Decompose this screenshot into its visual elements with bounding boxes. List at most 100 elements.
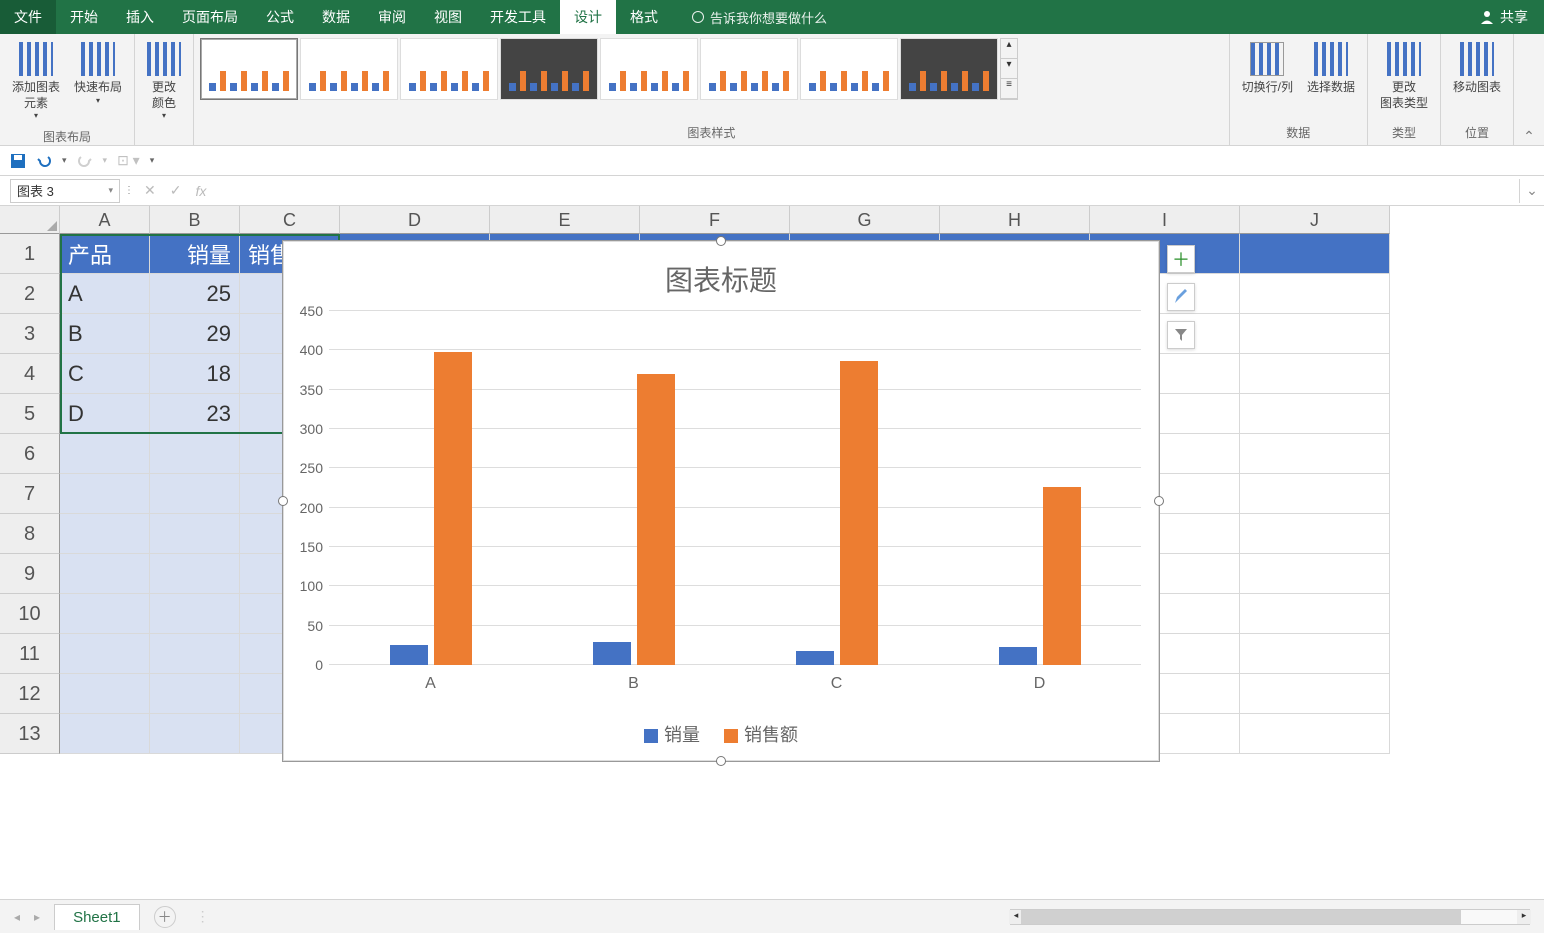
row-header[interactable]: 12: [0, 674, 60, 714]
bar[interactable]: [637, 374, 675, 665]
change-chart-type-button[interactable]: 更改 图表类型: [1374, 38, 1434, 115]
chart-style-thumb[interactable]: [700, 38, 798, 100]
menu-tab-审阅[interactable]: 审阅: [364, 0, 420, 34]
chart-legend[interactable]: 销量销售额: [283, 721, 1159, 747]
row-header[interactable]: 5: [0, 394, 60, 434]
chart-title[interactable]: 图表标题: [283, 241, 1159, 305]
cell[interactable]: [60, 634, 150, 674]
chart-style-thumb[interactable]: [200, 38, 298, 100]
column-header[interactable]: D: [340, 206, 490, 234]
chart-style-thumb[interactable]: [600, 38, 698, 100]
cell[interactable]: [1240, 554, 1390, 594]
menu-tab-格式[interactable]: 格式: [616, 0, 672, 34]
row-header[interactable]: 8: [0, 514, 60, 554]
cell[interactable]: [150, 634, 240, 674]
column-header[interactable]: J: [1240, 206, 1390, 234]
cell[interactable]: [150, 514, 240, 554]
cell[interactable]: A: [60, 274, 150, 314]
menu-tab-开始[interactable]: 开始: [56, 0, 112, 34]
horizontal-scrollbar[interactable]: ◂▸: [1010, 909, 1530, 925]
cell[interactable]: [60, 594, 150, 634]
row-header[interactable]: 4: [0, 354, 60, 394]
undo-dropdown[interactable]: ▾: [62, 155, 67, 166]
cell[interactable]: [150, 554, 240, 594]
bar[interactable]: [840, 361, 878, 665]
name-box[interactable]: 图表 3▾: [10, 179, 120, 203]
cell[interactable]: [60, 514, 150, 554]
chart-style-thumb[interactable]: [300, 38, 398, 100]
row-header[interactable]: 2: [0, 274, 60, 314]
add-chart-element-button[interactable]: 添加图表 元素▾: [6, 38, 66, 126]
bar[interactable]: [390, 645, 428, 665]
cell[interactable]: 23: [150, 394, 240, 434]
cell[interactable]: C: [60, 354, 150, 394]
menu-tab-页面布局[interactable]: 页面布局: [168, 0, 252, 34]
select-all-corner[interactable]: [0, 206, 60, 234]
quick-layout-button[interactable]: 快速布局▾: [68, 38, 128, 126]
menu-tab-视图[interactable]: 视图: [420, 0, 476, 34]
cell[interactable]: [1240, 514, 1390, 554]
add-sheet-button[interactable]: ＋: [154, 906, 176, 928]
legend-item[interactable]: 销量: [644, 721, 700, 747]
bar[interactable]: [796, 651, 834, 665]
bar[interactable]: [593, 642, 631, 665]
row-header[interactable]: 11: [0, 634, 60, 674]
formula-input[interactable]: [224, 179, 1520, 203]
styles-scroll[interactable]: ▴▾≡: [1000, 38, 1018, 100]
cell[interactable]: [60, 554, 150, 594]
chart-style-thumb[interactable]: [500, 38, 598, 100]
menu-tab-设计[interactable]: 设计: [560, 0, 616, 34]
undo-icon[interactable]: [36, 153, 52, 169]
save-icon[interactable]: [10, 153, 26, 169]
column-header[interactable]: F: [640, 206, 790, 234]
cell[interactable]: [1240, 474, 1390, 514]
cell[interactable]: [60, 674, 150, 714]
menu-tab-文件[interactable]: 文件: [0, 0, 56, 34]
cell[interactable]: [1240, 714, 1390, 754]
resize-handle[interactable]: [716, 236, 726, 246]
embedded-chart[interactable]: 图表标题 050100150200250300350400450ABCD 销量销…: [282, 240, 1160, 762]
cell[interactable]: B: [60, 314, 150, 354]
change-colors-button[interactable]: 更改 颜色▾: [141, 38, 187, 126]
chart-elements-button[interactable]: ＋: [1167, 245, 1195, 273]
cell[interactable]: D: [60, 394, 150, 434]
menu-tab-开发工具[interactable]: 开发工具: [476, 0, 560, 34]
cell[interactable]: 销量: [150, 234, 240, 274]
menu-tab-插入[interactable]: 插入: [112, 0, 168, 34]
cell[interactable]: [1240, 354, 1390, 394]
switch-row-col-button[interactable]: 切换行/列: [1236, 38, 1299, 100]
cell[interactable]: [1240, 314, 1390, 354]
cell[interactable]: 29: [150, 314, 240, 354]
row-header[interactable]: 13: [0, 714, 60, 754]
row-header[interactable]: 9: [0, 554, 60, 594]
resize-handle[interactable]: [716, 756, 726, 766]
menu-tab-数据[interactable]: 数据: [308, 0, 364, 34]
cell[interactable]: [1240, 634, 1390, 674]
cell[interactable]: [60, 434, 150, 474]
row-header[interactable]: 6: [0, 434, 60, 474]
row-header[interactable]: 3: [0, 314, 60, 354]
cell[interactable]: [1240, 394, 1390, 434]
cell[interactable]: [1240, 674, 1390, 714]
bar[interactable]: [434, 352, 472, 665]
sheet-tab-active[interactable]: Sheet1: [54, 904, 140, 930]
cell[interactable]: [1240, 434, 1390, 474]
confirm-icon[interactable]: ✓: [170, 182, 182, 199]
redo-icon[interactable]: [77, 153, 93, 169]
column-header[interactable]: G: [790, 206, 940, 234]
cell[interactable]: 25: [150, 274, 240, 314]
menu-tab-公式[interactable]: 公式: [252, 0, 308, 34]
chart-style-thumb[interactable]: [800, 38, 898, 100]
fx-icon[interactable]: fx: [195, 183, 206, 199]
expand-formula-bar[interactable]: ⌄: [1520, 182, 1544, 199]
bar[interactable]: [1043, 487, 1081, 665]
cell[interactable]: 产品: [60, 234, 150, 274]
cell[interactable]: [1240, 234, 1390, 274]
column-header[interactable]: H: [940, 206, 1090, 234]
resize-handle[interactable]: [1154, 496, 1164, 506]
cell[interactable]: [150, 674, 240, 714]
column-header[interactable]: A: [60, 206, 150, 234]
resize-handle[interactable]: [278, 496, 288, 506]
cell[interactable]: [1240, 594, 1390, 634]
chart-style-thumb[interactable]: [400, 38, 498, 100]
